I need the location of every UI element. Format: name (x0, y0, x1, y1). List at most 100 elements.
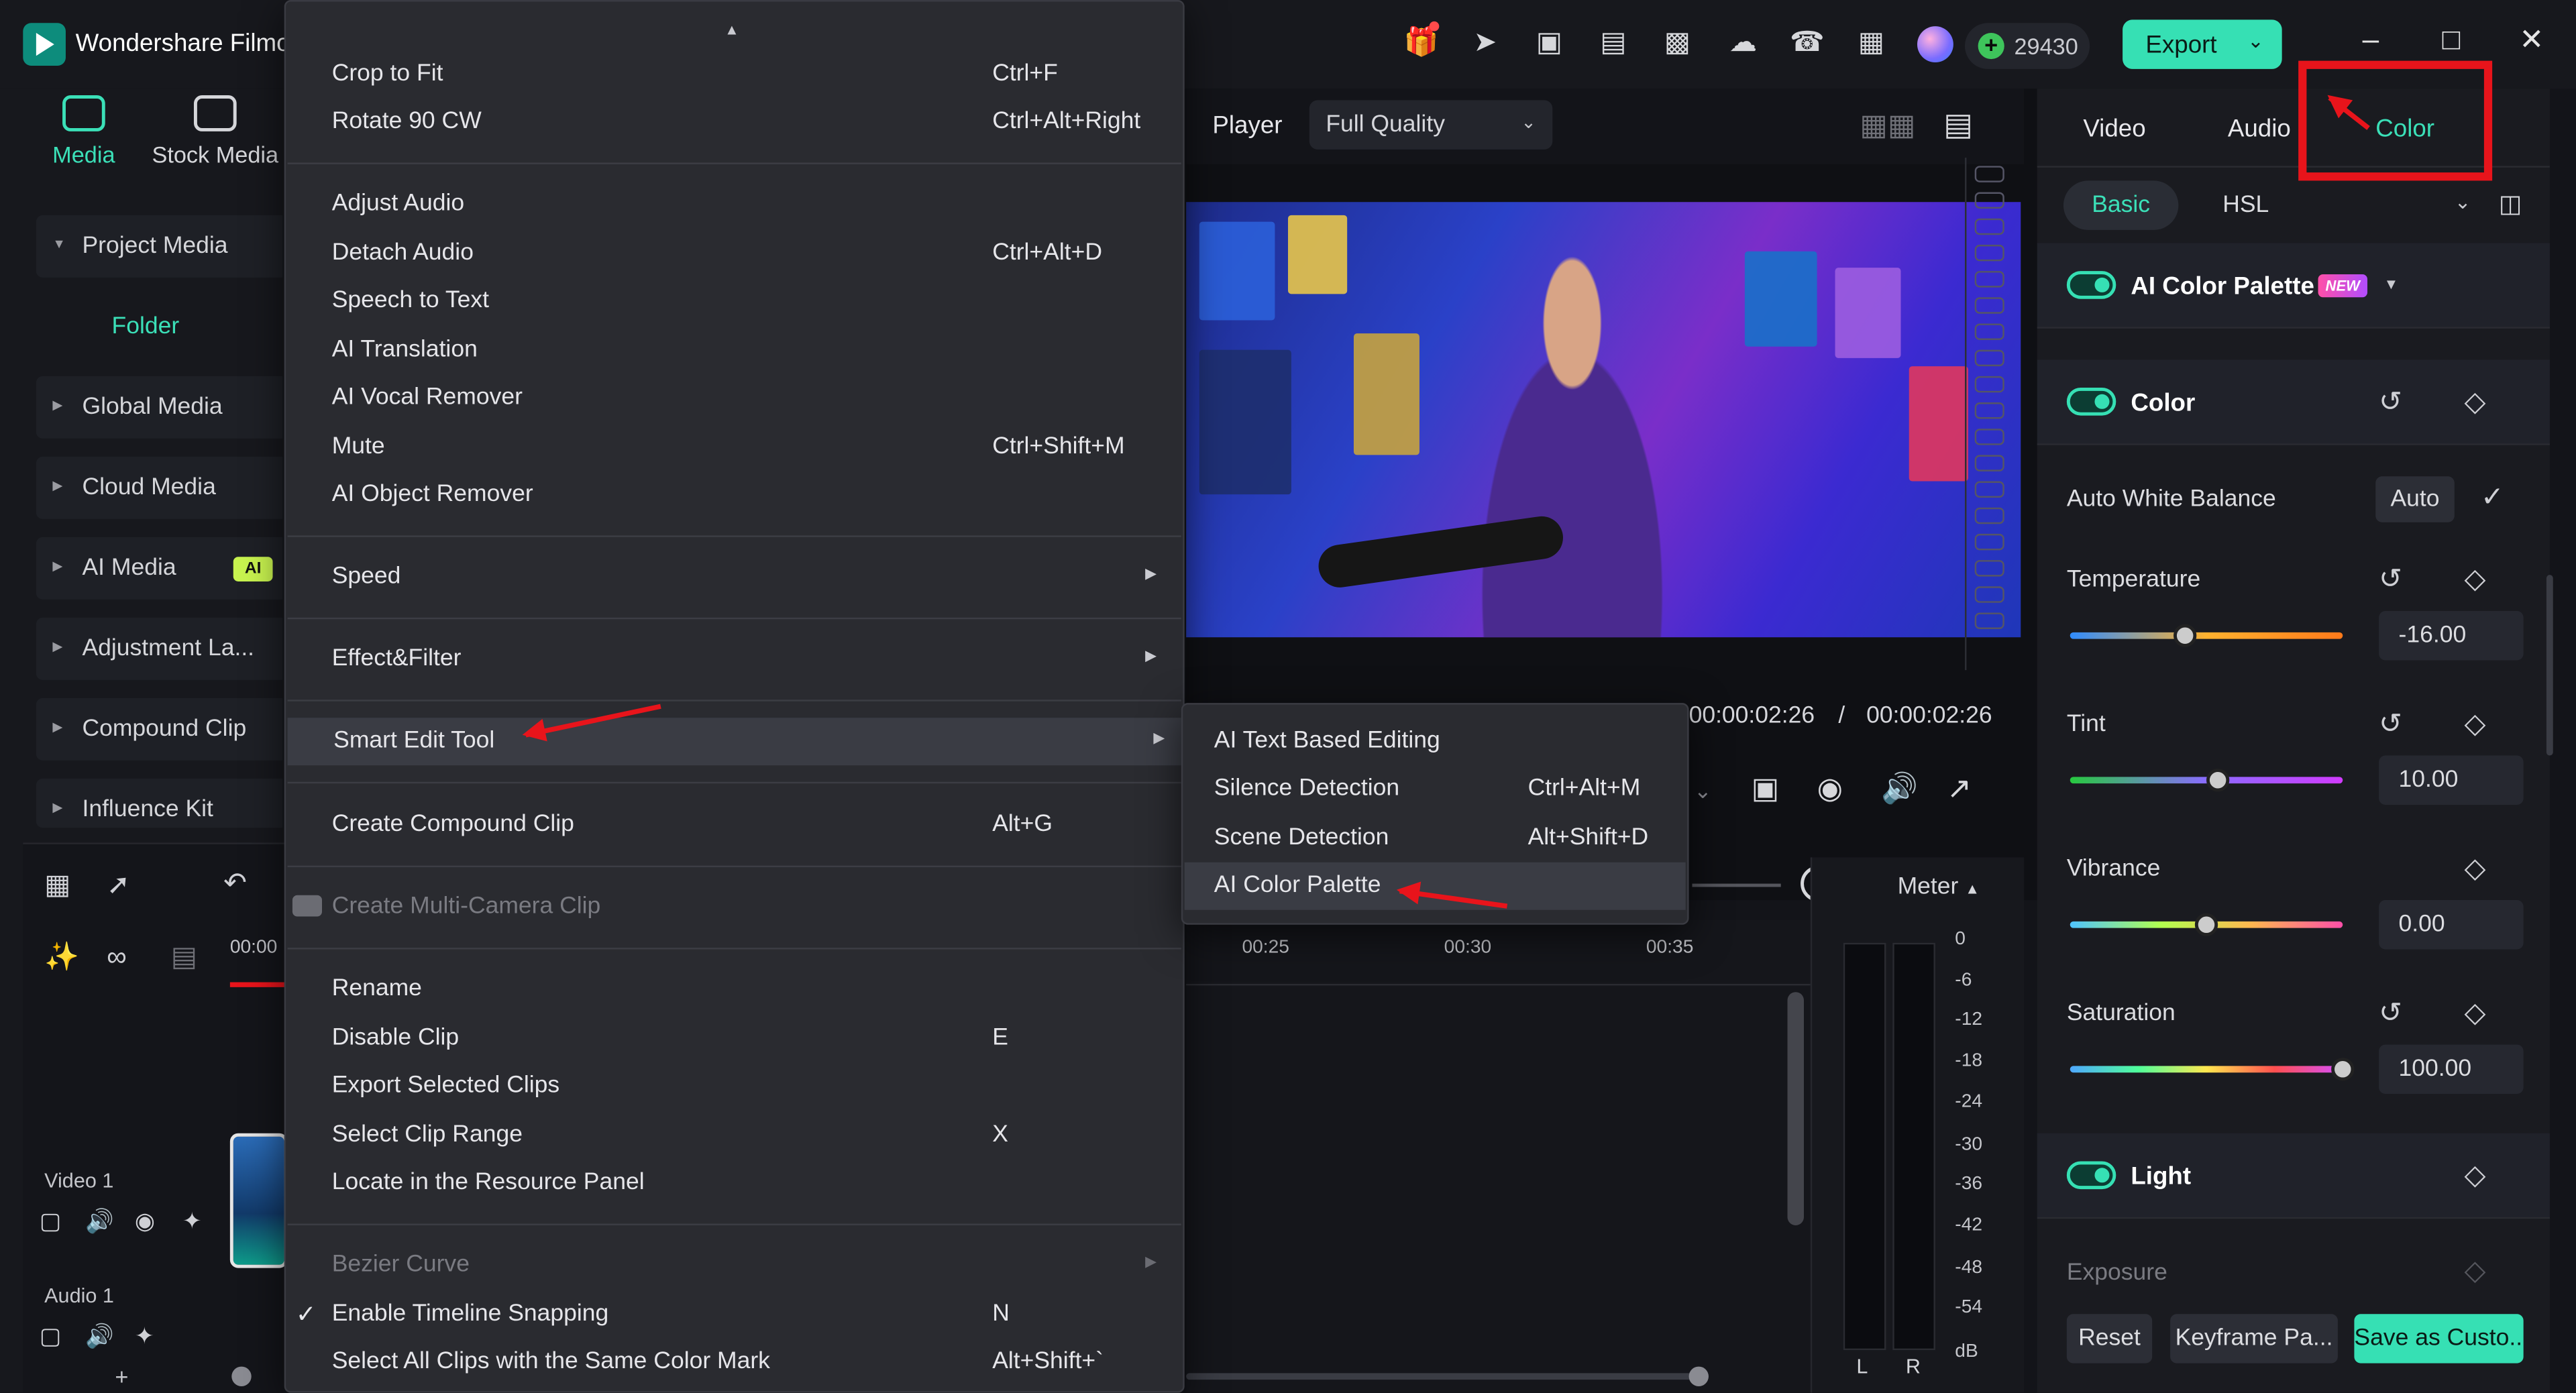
menu-item-detach-audio[interactable]: Detach Audio Ctrl+Alt+D (332, 230, 1153, 278)
vibrance-value[interactable]: 0.00 (2379, 900, 2524, 950)
keyframe-diamond-icon[interactable]: ◇ (2464, 563, 2485, 596)
save-icon[interactable]: ▩ (1659, 26, 1695, 59)
caret-down-icon[interactable]: ▼ (2383, 276, 2398, 292)
menu-item-export-selected-clips[interactable]: Export Selected Clips (332, 1063, 1153, 1111)
chevron-down-icon[interactable]: ⌄ (1694, 779, 1712, 805)
volume-icon[interactable]: 🔊 (1881, 772, 1918, 806)
scroll-up-arrow-icon[interactable]: ▲ (724, 21, 739, 38)
timeline-hscroll[interactable] (1186, 1373, 1709, 1380)
tree-folder[interactable]: Folder (112, 314, 180, 340)
menu-item-smart-edit-tool[interactable]: Smart Edit Tool ▶ (287, 718, 1181, 766)
video-preview[interactable] (1186, 202, 2021, 638)
tab-audio[interactable]: Audio (2228, 115, 2291, 143)
camera-icon[interactable]: ◉ (1817, 772, 1843, 806)
vibrance-knob[interactable] (2194, 913, 2218, 936)
keyframe-diamond-icon[interactable]: ◇ (2464, 852, 2485, 885)
meter-toggle[interactable]: Meter ▲ (1898, 874, 1980, 900)
chevron-down-icon[interactable]: ⌄ (2455, 190, 2471, 213)
tab-stock-media[interactable]: Stock Media (145, 95, 286, 168)
zoom-slider[interactable] (1692, 883, 1781, 887)
menu-item-crop-to-fit[interactable]: Crop to Fit Ctrl+F (332, 51, 1153, 99)
menu-item-mute[interactable]: Mute Ctrl+Shift+M (332, 424, 1153, 471)
keyframe-diamond-icon[interactable]: ◇ (2464, 1255, 2485, 1288)
menu-item-ai-translation[interactable]: AI Translation (332, 327, 1153, 374)
lock-icon[interactable]: ▢ (40, 1207, 61, 1235)
magic-wand-icon[interactable]: ✦ (182, 1207, 202, 1235)
tree-cloud-media[interactable]: ▶ Cloud Media (36, 456, 283, 519)
menu-item-select-clip-range[interactable]: Select Clip Range X (332, 1112, 1153, 1160)
timeline-scrollbar[interactable] (1787, 992, 1805, 1225)
image-icon[interactable]: ▤ (1943, 107, 1973, 144)
auto-white-balance-button[interactable]: Auto (2375, 476, 2455, 522)
temperature-slider[interactable] (2070, 632, 2343, 639)
temperature-value[interactable]: -16.00 (2379, 611, 2524, 661)
reset-button[interactable]: Reset (2066, 1314, 2153, 1363)
tint-knob[interactable] (2206, 769, 2229, 792)
keyframe-diamond-icon[interactable]: ◇ (2464, 708, 2485, 741)
menu-item-ai-vocal-remover[interactable]: AI Vocal Remover (332, 374, 1153, 422)
menu-item-effect-filter[interactable]: Effect&Filter ▶ (332, 636, 1157, 683)
reset-icon[interactable]: ↺ (2379, 708, 2402, 741)
headset-icon[interactable]: ☎ (1789, 26, 1825, 59)
eye-icon[interactable]: ◉ (135, 1207, 155, 1235)
calendar-icon[interactable]: ▣ (1531, 26, 1567, 59)
menu-item-speech-to-text[interactable]: Speech to Text (332, 278, 1153, 325)
eyedropper-icon[interactable]: ✓ (2481, 482, 2504, 514)
cloud-upload-icon[interactable]: ☁ (1725, 26, 1761, 59)
saturation-slider[interactable] (2070, 1066, 2343, 1073)
subtab-basic[interactable]: Basic (2063, 180, 2179, 230)
tree-project-media[interactable]: ▼ Project Media (36, 215, 283, 278)
select-tool-icon[interactable]: ➚ (107, 869, 130, 902)
reset-icon[interactable]: ↺ (2379, 997, 2402, 1030)
tree-global-media[interactable]: ▶ Global Media (36, 376, 283, 439)
send-icon[interactable]: ➤ (1467, 26, 1503, 59)
menu-item-select-same-color-mark[interactable]: Select All Clips with the Same Color Mar… (332, 1339, 1153, 1386)
keyframe-diamond-icon[interactable]: ◇ (2464, 1160, 2485, 1192)
menu-item-rename[interactable]: Rename (332, 966, 1153, 1013)
link-icon[interactable]: ∞ (107, 941, 127, 974)
menu-item-enable-timeline-snapping[interactable]: ✓ Enable Timeline Snapping N (296, 1291, 1153, 1339)
menu-item-rotate-90-cw[interactable]: Rotate 90 CW Ctrl+Alt+Right (332, 99, 1153, 146)
tree-influence-kit[interactable]: ▶ Influence Kit (36, 778, 283, 828)
temperature-knob[interactable] (2173, 624, 2196, 647)
speaker-icon[interactable]: 🔊 (85, 1207, 114, 1235)
saturation-value[interactable]: 100.00 (2379, 1044, 2524, 1095)
save-as-custom-button[interactable]: Save as Custo... (2354, 1314, 2524, 1363)
subtab-hsl[interactable]: HSL (2195, 180, 2297, 229)
lock-icon[interactable]: ▢ (40, 1322, 61, 1350)
properties-scrollbar[interactable] (2546, 575, 2553, 756)
reset-icon[interactable]: ↺ (2379, 563, 2402, 596)
undo-icon[interactable]: ↶ (223, 867, 247, 900)
credits-counter[interactable]: 29430 (1965, 23, 2090, 69)
tree-ai-media[interactable]: ▶ AI Media AI (36, 537, 283, 600)
keyframe-diamond-icon[interactable]: ◇ (2464, 997, 2485, 1030)
display-icon[interactable]: ▣ (1752, 772, 1780, 806)
compare-icon[interactable]: ◫ (2499, 189, 2522, 219)
keyframe-diamond-icon[interactable]: ◇ (2464, 386, 2485, 419)
thumbnail-strip[interactable] (1965, 158, 2011, 671)
menu-item-disable-clip[interactable]: Disable Clip E (332, 1015, 1153, 1062)
submenu-item-ai-text-based-editing[interactable]: AI Text Based Editing (1185, 718, 1686, 765)
menu-item-adjust-audio[interactable]: Adjust Audio (332, 180, 1153, 228)
menu-item-ai-object-remover[interactable]: AI Object Remover (332, 471, 1153, 519)
layout-grid-icon[interactable]: ▦ (44, 869, 70, 902)
tint-value[interactable]: 10.00 (2379, 755, 2524, 805)
ai-color-palette-toggle[interactable] (2066, 271, 2116, 299)
user-avatar[interactable] (1917, 26, 1953, 63)
grid-view-icon[interactable]: ▦▦ (1860, 109, 1915, 143)
fullscreen-icon[interactable]: ↗ (1947, 772, 1972, 806)
quality-select[interactable]: Full Quality ⌄ (1309, 100, 1553, 150)
color-toggle[interactable] (2066, 387, 2116, 416)
export-button[interactable]: Export ⌄ (2123, 19, 2282, 69)
tree-compound-clip[interactable]: ▶ Compound Clip (36, 698, 283, 761)
apps-grid-icon[interactable]: ▦ (1853, 26, 1889, 59)
submenu-item-scene-detection[interactable]: Scene Detection Alt+Shift+D (1185, 815, 1686, 862)
speaker-icon[interactable]: 🔊 (85, 1322, 114, 1350)
chevron-down-icon[interactable]: ⌄ (2247, 30, 2264, 52)
add-track-icon[interactable]: + (115, 1363, 128, 1390)
minimize-icon[interactable]: – (2351, 23, 2391, 57)
menu-item-speed[interactable]: Speed ▶ (332, 553, 1157, 601)
keyframe-panel-button[interactable]: Keyframe Pa... (2170, 1314, 2338, 1363)
scroll-handle[interactable] (231, 1366, 252, 1386)
magic-wand-icon[interactable]: ✦ (135, 1322, 154, 1350)
